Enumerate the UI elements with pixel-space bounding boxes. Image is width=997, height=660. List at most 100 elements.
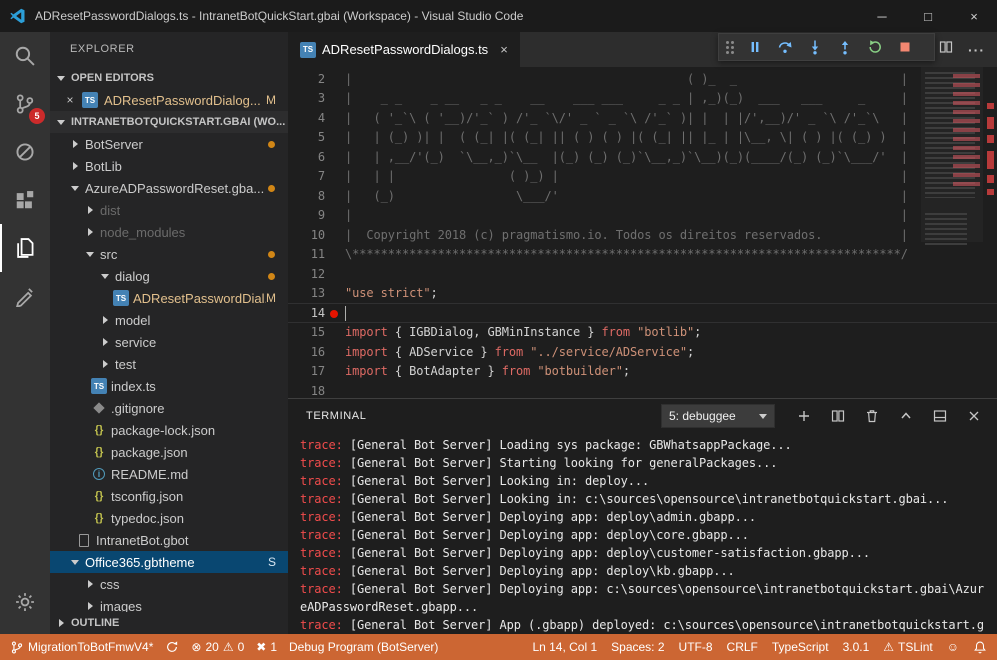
tree-item-readme[interactable]: i README.md [50,463,288,485]
tree-item-src[interactable]: src [50,243,288,265]
open-editor-item[interactable]: × TS ADResetPasswordDialog... M [50,89,288,111]
maximize-button[interactable]: □ [905,0,951,32]
tool-count-item[interactable]: ✖ 1 [256,640,277,654]
tree-item-azureadpasswordreset[interactable]: AzureADPasswordReset.gba... [50,177,288,199]
edit-icon[interactable] [0,272,50,320]
split-terminal-icon[interactable] [825,403,851,429]
cursor-position-item[interactable]: Ln 14, Col 1 [532,640,597,654]
tree-item-gitignore[interactable]: .gitignore [50,397,288,419]
code-line[interactable]: 8| (_) \___/' | [288,186,997,206]
maximize-panel-chevron-icon[interactable] [893,403,919,429]
drag-handle-icon[interactable] [726,41,734,54]
close-editor-icon[interactable]: × [64,93,76,107]
git-branch-item[interactable]: MigrationToBotFmwV4* [10,640,153,655]
error-mark [987,175,994,183]
code-line[interactable]: 16import { ADService } from "../service/… [288,342,997,362]
code-line[interactable]: 17import { BotAdapter } from "botbuilder… [288,362,997,382]
close-button[interactable]: × [951,0,997,32]
sync-item[interactable] [165,640,179,654]
feedback-smiley-item[interactable]: ☺ [947,640,959,654]
pause-button[interactable] [741,35,769,59]
code-line[interactable]: 11\*************************************… [288,245,997,265]
restart-button[interactable] [861,35,889,59]
code-line[interactable]: 5| | (_) )| | ( (_| |( (_| || ( ) ( ) |(… [288,128,997,148]
step-over-button[interactable] [771,35,799,59]
tree-item-tsconfig[interactable]: {} tsconfig.json [50,485,288,507]
code-line[interactable]: 18 [288,381,997,398]
code-line[interactable]: 3| _ _ _ __ _ _ __ ___ ___ _ _ | ,_)(_) … [288,89,997,109]
code-line[interactable]: 9| | [288,206,997,226]
eol-item[interactable]: CRLF [727,640,758,654]
search-icon[interactable] [0,32,50,80]
stop-button[interactable] [891,35,919,59]
encoding-item[interactable]: UTF-8 [679,640,713,654]
tree-item-package-json[interactable]: {} package.json [50,441,288,463]
explorer-icon[interactable] [0,224,50,272]
terminal-output[interactable]: trace: [General Bot Server] Loading sys … [288,433,997,634]
step-into-button[interactable] [801,35,829,59]
current-code-line[interactable]: 14 [288,303,997,323]
extensions-icon[interactable] [0,176,50,224]
terminal-line: eADPasswordReset.gbapp... [300,598,997,616]
settings-gear-icon[interactable] [0,578,50,626]
code-line[interactable]: 4| ( '_`\ ( '__)/'_` ) /'_ `\/' _ ` _ `\… [288,108,997,128]
code-line[interactable]: 13"use strict"; [288,284,997,304]
debug-icon[interactable] [0,128,50,176]
minimize-button[interactable]: ─ [859,0,905,32]
outline-header[interactable]: OUTLINE [50,612,288,634]
panel-layout-icon[interactable] [927,403,953,429]
tree-item-botserver[interactable]: BotServer [50,133,288,155]
workspace-section-header[interactable]: INTRANETBOTQUICKSTART.GBAI (WO... [50,111,288,133]
tree-item-package-lock[interactable]: {} package-lock.json [50,419,288,441]
code-line[interactable]: 6| | ,__/'(_) `\__,_)`\__ |(_) (_) (_)`\… [288,147,997,167]
tslint-item[interactable]: ⚠ TSLint [883,640,932,654]
kill-terminal-trash-icon[interactable] [859,403,885,429]
tree-item-typedoc[interactable]: {} typedoc.json [50,507,288,529]
terminal-title[interactable]: TERMINAL [306,410,366,422]
tree-item-service[interactable]: service [50,331,288,353]
code-line[interactable]: 2| ( )_ _ | [288,69,997,89]
tab-adresetpassworddialogs[interactable]: TS ADResetPasswordDialogs.ts × [288,32,520,67]
git-modified-badge: M [266,291,276,305]
chevron-down-icon [98,274,112,279]
code-line[interactable]: 15import { IGBDialog, GBMinInstance } fr… [288,323,997,343]
new-terminal-icon[interactable] [791,403,817,429]
tree-item-css[interactable]: css [50,573,288,595]
bell-icon [973,640,987,655]
code-line[interactable]: 10| Copyright 2018 (c) pragmatismo.io. T… [288,225,997,245]
debug-program-item[interactable]: Debug Program (BotServer) [289,640,438,654]
problems-item[interactable]: ⊗ 20 ⚠ 0 [191,640,244,654]
tree-item-adresetpassworddialogs[interactable]: TS ADResetPasswordDial... M [50,287,288,309]
terminal-line: trace: [General Bot Server] Looking in: … [300,490,997,508]
minimap[interactable] [921,67,983,398]
close-panel-icon[interactable] [961,403,987,429]
json-icon: {} [91,446,107,458]
more-actions-icon[interactable]: ··· [968,42,985,58]
tree-item-dist[interactable]: dist [50,199,288,221]
tree-item-model[interactable]: model [50,309,288,331]
code-editor[interactable]: 2| ( )_ _ | 3| _ _ _ __ _ _ __ ___ ___ _… [288,67,997,398]
code-line[interactable]: 12 [288,264,997,284]
split-editor-icon[interactable] [938,39,954,60]
tree-item-test[interactable]: test [50,353,288,375]
language-mode-item[interactable]: TypeScript [772,640,829,654]
tree-item-node-modules[interactable]: node_modules [50,221,288,243]
tree-item-images[interactable]: images [50,595,288,612]
step-out-button[interactable] [831,35,859,59]
tree-item-intranetbot-gbot[interactable]: IntranetBot.gbot [50,529,288,551]
open-editors-header[interactable]: OPEN EDITORS [50,67,288,89]
overview-ruler[interactable] [983,67,997,398]
tree-item-office365-gbtheme[interactable]: Office365.gbtheme S [50,551,288,573]
indentation-item[interactable]: Spaces: 2 [611,640,664,654]
ts-version-item[interactable]: 3.0.1 [843,640,870,654]
tree-item-botlib[interactable]: BotLib [50,155,288,177]
source-control-icon[interactable]: 5 [0,80,50,128]
terminal-line: trace: [General Bot Server] Deploying ap… [300,508,997,526]
tree-item-index-ts[interactable]: TS index.ts [50,375,288,397]
terminal-selector-dropdown[interactable]: 5: debuggee [661,404,775,428]
tree-item-dialog[interactable]: dialog [50,265,288,287]
close-tab-icon[interactable]: × [500,42,508,57]
notifications-bell-item[interactable] [973,640,987,655]
code-line[interactable]: 7| | | ( )_) | | [288,167,997,187]
breakpoint-icon[interactable] [330,310,338,318]
